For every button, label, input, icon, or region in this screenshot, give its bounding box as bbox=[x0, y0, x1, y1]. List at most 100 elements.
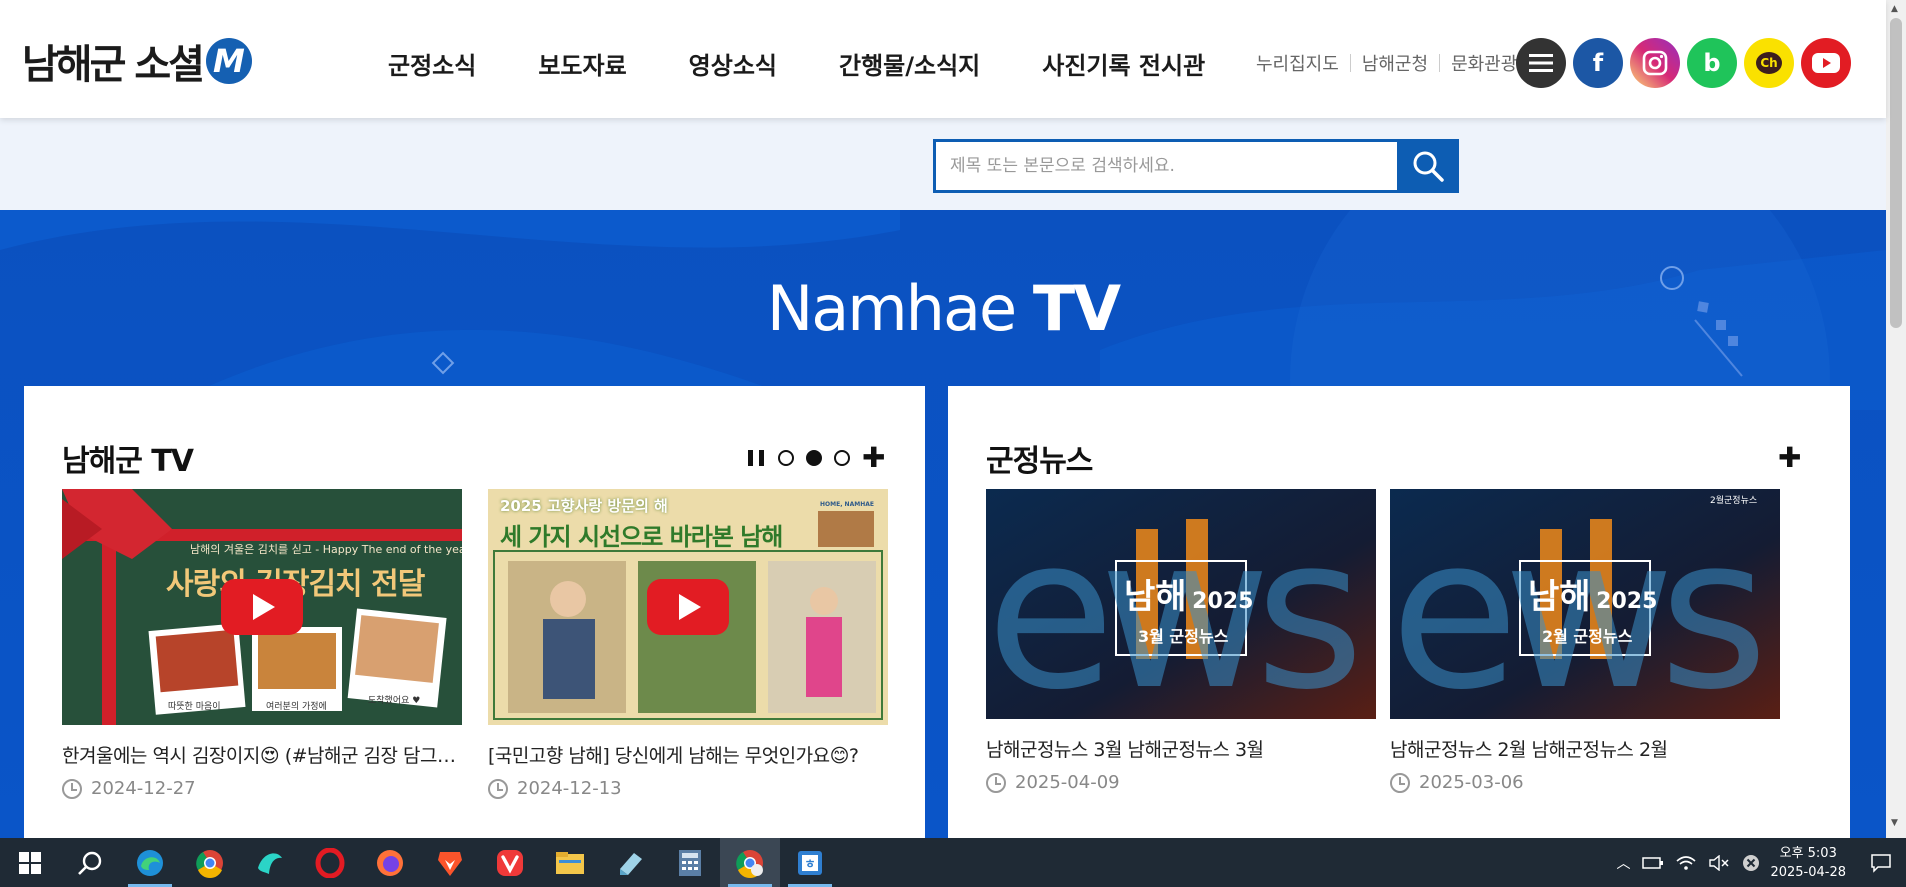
search-icon[interactable] bbox=[60, 838, 120, 887]
windows-start-icon[interactable] bbox=[0, 838, 60, 887]
video-caption[interactable]: [국민고향 남해] 당신에게 남해는 무엇인가요😊? bbox=[488, 741, 888, 768]
kakao-glyph: Ch bbox=[1756, 52, 1782, 74]
nav-item-press[interactable]: 보도자료 bbox=[538, 46, 626, 81]
search-box bbox=[933, 139, 1459, 193]
social-links: f b Ch bbox=[1516, 38, 1858, 88]
thumb-title: 남해 bbox=[1528, 577, 1591, 617]
youtube-play-icon[interactable] bbox=[221, 579, 303, 635]
wifi-icon[interactable] bbox=[1676, 855, 1696, 871]
date-text: 2024-12-13 bbox=[517, 778, 622, 799]
file-explorer-icon[interactable] bbox=[540, 838, 600, 887]
scrollbar-thumb[interactable] bbox=[1890, 18, 1902, 328]
clock-icon bbox=[1390, 772, 1410, 793]
firefox-icon[interactable] bbox=[360, 838, 420, 887]
news-thumbnail[interactable]: ews 남해 2025 3월 군정뉴스 bbox=[986, 489, 1376, 719]
taskbar-clock[interactable]: 오후 5:03 2025-04-28 bbox=[1770, 844, 1846, 882]
date-text: 2025-03-06 bbox=[1419, 772, 1524, 793]
logo-text: 남해군 소셜 bbox=[22, 42, 205, 88]
hangul-icon[interactable]: ㅎ bbox=[780, 838, 840, 887]
thumb-text-main: 세 가지 시선으로 바라본 남해 bbox=[500, 523, 783, 551]
nav-item-news[interactable]: 군정소식 bbox=[388, 46, 476, 81]
facebook-glyph: f bbox=[1592, 49, 1604, 77]
site-logo[interactable]: 남해군 소셜 M bbox=[22, 32, 252, 90]
clock-time: 오후 5:03 bbox=[1779, 845, 1837, 861]
divider bbox=[1439, 54, 1441, 72]
slider-controls: ✚ bbox=[748, 444, 885, 472]
brave-icon[interactable] bbox=[420, 838, 480, 887]
hero-title: Namhae TV bbox=[0, 272, 1886, 345]
card-title: 남해군 TV bbox=[62, 444, 194, 479]
kakao-channel-icon[interactable]: Ch bbox=[1744, 38, 1794, 88]
opera-icon[interactable] bbox=[300, 838, 360, 887]
county-news-card: 군정뉴스 ✚ ews 남해 2025 3월 군정뉴스 남해군정뉴스 3월 남해군… bbox=[948, 386, 1850, 838]
notification-icon[interactable] bbox=[1870, 853, 1892, 873]
vivaldi-icon[interactable] bbox=[480, 838, 540, 887]
instagram-icon[interactable] bbox=[1630, 38, 1680, 88]
thumb-subtitle: 2월 군정뉴스 bbox=[1542, 627, 1633, 646]
news-item[interactable]: ews 남해 2025 3월 군정뉴스 남해군정뉴스 3월 남해군정뉴스 3월 … bbox=[986, 489, 1376, 793]
thumb-corner-label: 2월군정뉴스 bbox=[1710, 496, 1758, 506]
video-thumbnail[interactable]: 2025 고향사랑 방문의 해 세 가지 시선으로 바라본 남해 HOME, N… bbox=[488, 489, 888, 725]
card-controls: ✚ bbox=[1778, 444, 1801, 472]
util-link-tourism[interactable]: 문화관광 bbox=[1451, 50, 1517, 76]
video-date: 2024-12-27 bbox=[62, 778, 462, 799]
more-plus-icon[interactable]: ✚ bbox=[1778, 444, 1801, 472]
news-caption[interactable]: 남해군정뉴스 2월 남해군정뉴스 2월 bbox=[1390, 735, 1780, 762]
thumb-subtitle: 3월 군정뉴스 bbox=[1138, 627, 1229, 646]
card-title: 군정뉴스 bbox=[986, 444, 1093, 479]
clock-icon bbox=[488, 778, 508, 799]
band-icon[interactable]: b bbox=[1687, 38, 1737, 88]
scroll-up-icon[interactable]: ▲ bbox=[1891, 4, 1898, 14]
video-date: 2024-12-13 bbox=[488, 778, 888, 799]
logo-mark-icon: M bbox=[205, 38, 252, 84]
video-caption[interactable]: 한겨울에는 역시 김장이지😍 (#남해군 김장 담그기 ... bbox=[62, 741, 462, 768]
nav-item-photo-archive[interactable]: 사진기록 전시관 bbox=[1042, 46, 1205, 81]
clock-icon bbox=[62, 778, 82, 799]
news-thumbnail[interactable]: ews 2월군정뉴스 남해 2025 2월 군정뉴스 bbox=[1390, 489, 1780, 719]
util-link-county-office[interactable]: 남해군청 bbox=[1362, 50, 1428, 76]
nav-item-video[interactable]: 영상소식 bbox=[689, 46, 777, 81]
svg-text:ㅎ: ㅎ bbox=[804, 857, 815, 871]
chrome-icon[interactable] bbox=[180, 838, 240, 887]
date-text: 2025-04-09 bbox=[1015, 772, 1120, 793]
scroll-down-icon[interactable]: ▼ bbox=[1891, 818, 1898, 828]
video-item[interactable]: 남해의 겨울은 김치를 싣고 - Happy The end of the ye… bbox=[62, 489, 462, 799]
chrome-active-icon[interactable] bbox=[720, 838, 780, 887]
pause-icon[interactable] bbox=[748, 450, 764, 466]
facebook-icon[interactable]: f bbox=[1573, 38, 1623, 88]
thumb-label: 따뜻한 마음이 bbox=[168, 702, 221, 712]
slider-dot-3[interactable] bbox=[834, 450, 850, 466]
slider-dot-1[interactable] bbox=[778, 450, 794, 466]
network-error-icon[interactable] bbox=[1742, 854, 1760, 872]
notepad-icon[interactable] bbox=[600, 838, 660, 887]
search-button[interactable] bbox=[1397, 139, 1459, 193]
news-caption[interactable]: 남해군정뉴스 3월 남해군정뉴스 3월 bbox=[986, 735, 1376, 762]
volume-muted-icon[interactable] bbox=[1708, 854, 1730, 871]
video-item[interactable]: 2025 고향사랑 방문의 해 세 가지 시선으로 바라본 남해 HOME, N… bbox=[488, 489, 888, 799]
calculator-icon[interactable] bbox=[660, 838, 720, 887]
youtube-icon[interactable] bbox=[1801, 38, 1851, 88]
thumb-year: 2025 bbox=[1192, 589, 1254, 614]
menu-icon[interactable] bbox=[1516, 38, 1566, 88]
more-plus-icon[interactable]: ✚ bbox=[862, 444, 885, 472]
news-item[interactable]: ews 2월군정뉴스 남해 2025 2월 군정뉴스 남해군정뉴스 2월 남해군… bbox=[1390, 489, 1780, 793]
clock-icon bbox=[986, 772, 1006, 793]
video-thumbnail[interactable]: 남해의 겨울은 김치를 싣고 - Happy The end of the ye… bbox=[62, 489, 462, 725]
thumb-badge: HOME, NAMHAE bbox=[820, 501, 874, 508]
battery-icon[interactable] bbox=[1642, 856, 1664, 870]
nav-item-publications[interactable]: 간행물/소식지 bbox=[839, 46, 980, 81]
date-text: 2024-12-27 bbox=[91, 778, 196, 799]
news-date: 2025-03-06 bbox=[1390, 772, 1780, 793]
slider-dot-2[interactable] bbox=[806, 450, 822, 466]
util-link-sitemap[interactable]: 누리집지도 bbox=[1256, 50, 1339, 76]
edge-icon[interactable] bbox=[120, 838, 180, 887]
app-bird-icon[interactable] bbox=[240, 838, 300, 887]
youtube-play-icon[interactable] bbox=[647, 579, 729, 635]
search-band bbox=[0, 118, 1886, 210]
utility-links: 누리집지도 남해군청 문화관광 bbox=[1256, 50, 1517, 76]
thumb-label: 여러분의 가정에 bbox=[266, 702, 327, 712]
search-input[interactable] bbox=[933, 139, 1397, 193]
chevron-up-icon[interactable]: ︿ bbox=[1616, 853, 1630, 873]
hero-title-bold: TV bbox=[1032, 272, 1121, 345]
page-scrollbar[interactable]: ▲ ▼ bbox=[1886, 0, 1906, 838]
